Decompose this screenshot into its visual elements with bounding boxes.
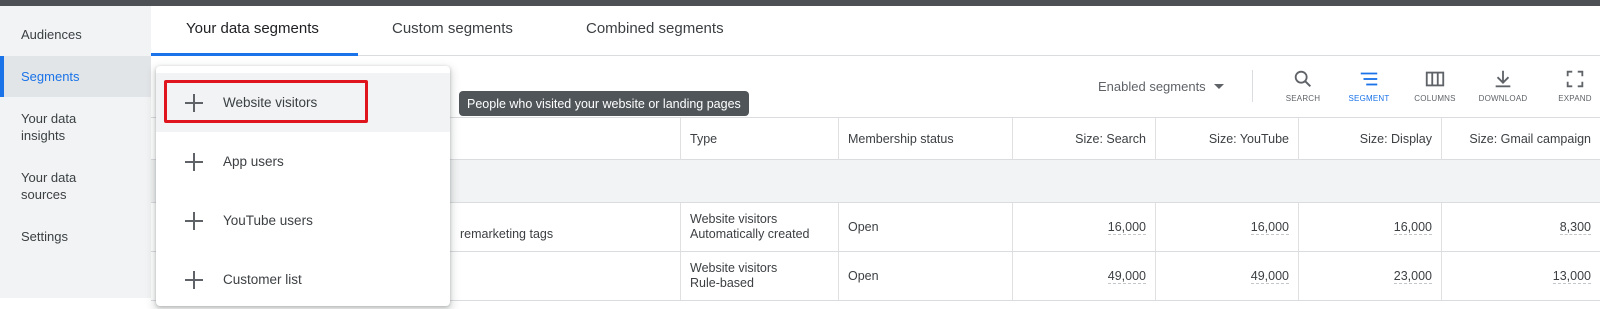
nav-item-segments[interactable]: Segments (0, 56, 151, 97)
expand-button[interactable]: EXPAND (1545, 68, 1600, 103)
download-button[interactable]: DOWNLOAD (1473, 68, 1533, 103)
plus-icon (185, 270, 203, 289)
size-youtube-value: 16,000 (1250, 219, 1289, 235)
size-gmail-value: 8,300 (1559, 219, 1591, 235)
type-secondary: Rule-based (690, 276, 754, 290)
tab-custom-segments[interactable]: Custom segments (392, 20, 513, 37)
menu-item-label: YouTube users (223, 213, 313, 228)
plus-icon (185, 152, 203, 171)
nav-item-data-sources[interactable]: Your data sources (0, 169, 110, 203)
size-search-cell: 49,000 (1012, 252, 1155, 300)
segment-button[interactable]: SEGMENT (1339, 68, 1399, 103)
download-icon (1495, 70, 1511, 88)
tooltip: People who visited your website or landi… (459, 91, 749, 116)
menu-item-customer-list[interactable]: Customer list (156, 250, 450, 309)
columns-button-label: COLUMNS (1414, 94, 1456, 103)
highlight-annotation-box (164, 80, 368, 123)
tab-combined-segments[interactable]: Combined segments (586, 20, 724, 37)
segment-icon (1360, 72, 1378, 86)
size-display-value: 16,000 (1393, 219, 1432, 235)
column-header-size-display[interactable]: Size: Display (1298, 118, 1441, 160)
segment-tabs: Your data segments Custom segments Combi… (151, 6, 1600, 56)
search-icon (1294, 70, 1312, 88)
search-button[interactable]: SEARCH (1273, 68, 1333, 103)
membership-status-value: Open (848, 268, 879, 283)
membership-status-cell: Open (838, 252, 1012, 300)
type-secondary: Automatically created (690, 227, 810, 241)
download-button-label: DOWNLOAD (1478, 94, 1528, 103)
column-header-size-gmail-campaign[interactable]: Size: Gmail campaign (1441, 118, 1600, 160)
menu-item-app-users[interactable]: App users (156, 132, 450, 191)
columns-button[interactable]: COLUMNS (1405, 68, 1465, 103)
menu-item-label: Customer list (223, 272, 302, 287)
size-search-cell: 16,000 (1012, 203, 1155, 251)
active-tab-indicator (151, 53, 358, 56)
segment-name-fragment: remarketing tags (460, 226, 554, 241)
size-youtube-cell: 16,000 (1155, 203, 1298, 251)
left-navigation: Audiences Segments Your data insights Yo… (0, 6, 151, 298)
nav-item-settings[interactable]: Settings (0, 228, 151, 245)
type-cell: Website visitors Rule-based (680, 252, 838, 300)
nav-item-data-insights[interactable]: Your data insights (0, 110, 110, 144)
size-display-value: 23,000 (1393, 268, 1432, 284)
size-gmail-cell: 8,300 (1441, 203, 1600, 251)
type-primary: Website visitors (690, 261, 778, 275)
membership-status-value: Open (848, 219, 879, 234)
size-display-cell: 23,000 (1298, 252, 1441, 300)
tab-your-data-segments[interactable]: Your data segments (186, 20, 319, 37)
toolbar-divider (1252, 70, 1253, 102)
expand-icon (1566, 70, 1584, 88)
expand-button-label: EXPAND (1558, 94, 1592, 103)
menu-item-youtube-users[interactable]: YouTube users (156, 191, 450, 250)
size-search-value: 16,000 (1107, 219, 1146, 235)
segment-status-filter-value: Enabled segments (1098, 79, 1206, 94)
segment-button-label: SEGMENT (1348, 94, 1390, 103)
size-gmail-value: 13,000 (1552, 268, 1591, 284)
column-header-size-search[interactable]: Size: Search (1012, 118, 1155, 160)
size-gmail-cell: 13,000 (1441, 252, 1600, 300)
search-button-label: SEARCH (1285, 94, 1321, 103)
size-display-cell: 16,000 (1298, 203, 1441, 251)
size-youtube-value: 49,000 (1250, 268, 1289, 284)
membership-status-cell: Open (838, 203, 1012, 251)
segment-status-filter[interactable]: Enabled segments (1098, 79, 1224, 94)
size-search-value: 49,000 (1107, 268, 1146, 284)
type-primary: Website visitors (690, 212, 778, 226)
type-cell: Website visitors Automatically created (680, 203, 838, 251)
column-header-type[interactable]: Type (680, 118, 838, 160)
column-header-membership-status[interactable]: Membership status (838, 118, 1012, 160)
columns-icon (1425, 71, 1445, 87)
menu-item-label: App users (223, 154, 284, 169)
segment-name-cell: remarketing tags (451, 203, 680, 251)
plus-icon (185, 211, 203, 230)
nav-item-segments-label: Segments (21, 69, 80, 84)
column-header-size-youtube[interactable]: Size: YouTube (1155, 118, 1298, 160)
size-youtube-cell: 49,000 (1155, 252, 1298, 300)
nav-item-audiences[interactable]: Audiences (0, 26, 151, 43)
caret-down-icon (1213, 84, 1224, 89)
